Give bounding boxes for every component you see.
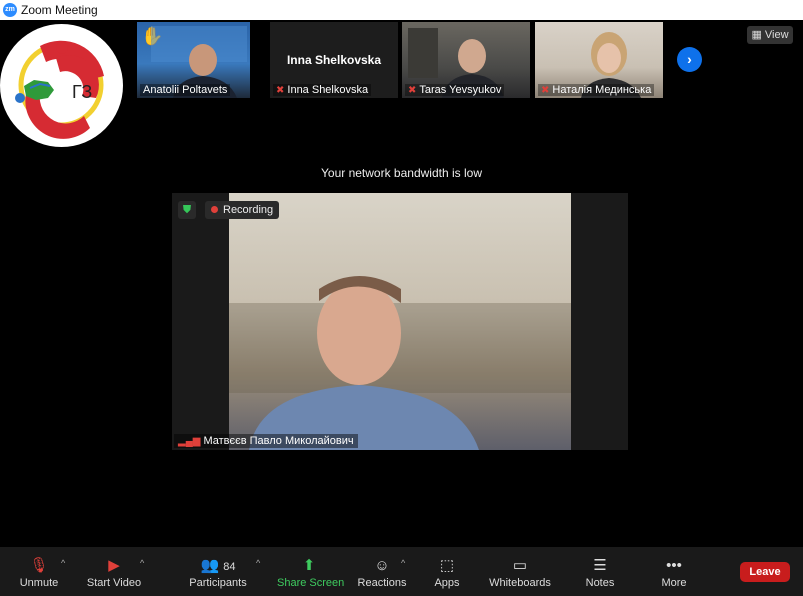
active-speaker-video[interactable]: ⛊ Recording ▂▄▆ Матвєєв Павло Миколайович	[172, 193, 628, 450]
reactions-options-caret-icon[interactable]: ^	[401, 558, 405, 568]
more-button[interactable]: ••• More	[655, 547, 693, 596]
mic-muted-icon: ✖	[276, 85, 285, 96]
participant-name: Inna Shelkovska	[287, 84, 369, 96]
speaker-video-image	[229, 276, 571, 450]
start-video-label: Start Video	[86, 577, 142, 589]
participant-thumbnail[interactable]: ✖ Наталія Мединська	[535, 22, 663, 98]
whiteboards-button[interactable]: ▭ Whiteboards	[488, 547, 552, 596]
participants-label: Participants	[189, 577, 247, 589]
view-label: View	[764, 29, 789, 41]
whiteboards-label: Whiteboards	[489, 577, 551, 589]
participants-options-caret-icon[interactable]: ^	[256, 558, 260, 568]
title-bar: zm Zoom Meeting	[0, 0, 803, 20]
participant-thumbnail[interactable]: ✋ Anatolii Poltavets	[137, 22, 250, 98]
apps-label: Apps	[434, 577, 460, 589]
participants-icon: 👥 84	[200, 557, 236, 574]
apps-button[interactable]: ⬚ Apps	[428, 547, 466, 596]
more-label: More	[661, 577, 687, 589]
participant-center-name: Inna Shelkovska	[286, 53, 382, 67]
participant-thumbnail[interactable]: ✖ Taras Yevsyukov	[402, 22, 530, 98]
notes-icon: ☰	[593, 557, 607, 574]
notes-label: Notes	[585, 577, 615, 589]
participant-name: Anatolii Poltavets	[140, 84, 231, 96]
speaker-name: Матвєєв Павло Миколайович	[203, 435, 354, 447]
whiteboard-icon: ▭	[512, 557, 528, 574]
meeting-toolbar: 🎙 Unmute ^ ▶ Start Video ^ 👥 84 Particip…	[0, 547, 803, 596]
mic-off-icon: 🎙	[29, 557, 49, 574]
notes-button[interactable]: ☰ Notes	[580, 547, 620, 596]
share-screen-button[interactable]: ⬆ Share Screen	[277, 547, 345, 596]
recording-dot-icon	[211, 206, 218, 213]
recording-label: Recording	[223, 204, 274, 216]
organization-logo: ГЗ	[0, 24, 123, 147]
apps-icon: ⬚	[439, 557, 455, 574]
reactions-button[interactable]: ☺ Reactions	[357, 547, 407, 596]
zoom-app-icon: zm	[3, 3, 17, 17]
participants-count: 84	[223, 561, 236, 573]
share-screen-icon: ⬆	[302, 557, 316, 574]
participant-name: Taras Yevsyukov	[419, 84, 502, 96]
brand-logo-text: ГЗ	[72, 82, 93, 102]
smiley-icon: ☺	[374, 557, 390, 574]
unmute-label: Unmute	[19, 577, 59, 589]
next-page-button[interactable]: ›	[677, 47, 702, 72]
recording-indicator[interactable]: Recording	[205, 201, 280, 219]
more-dots-icon: •••	[666, 557, 682, 574]
grid-view-icon: ▦	[751, 29, 765, 41]
view-button[interactable]: ▦ View	[747, 26, 793, 44]
unmute-button[interactable]: 🎙 Unmute	[15, 547, 63, 596]
participant-name: Наталія Мединська	[552, 84, 652, 96]
encryption-shield-icon[interactable]: ⛊	[178, 201, 196, 219]
participant-name-label: ✖ Inna Shelkovska	[273, 84, 372, 96]
mic-muted-icon: ✖	[408, 85, 417, 96]
brand-logo-graphic	[15, 40, 104, 139]
leave-button[interactable]: Leave	[740, 562, 790, 582]
participants-button[interactable]: 👥 84 Participants	[188, 547, 248, 596]
weak-signal-icon: ▂▄▆	[178, 436, 201, 447]
bandwidth-notice: Your network bandwidth is low	[321, 166, 482, 180]
start-video-button[interactable]: ▶ Start Video	[86, 547, 142, 596]
audio-options-caret-icon[interactable]: ^	[61, 558, 65, 568]
mic-muted-icon: ✖	[541, 85, 550, 96]
participant-name-label: ✖ Taras Yevsyukov	[405, 84, 505, 96]
participant-name-label: ✖ Наталія Мединська	[538, 84, 655, 96]
speaker-video-frame	[229, 193, 571, 450]
speaker-name-label: ▂▄▆ Матвєєв Павло Миколайович	[174, 434, 358, 448]
video-off-icon: ▶	[108, 557, 120, 574]
share-screen-label: Share Screen	[277, 577, 345, 589]
reactions-label: Reactions	[357, 577, 407, 589]
participant-thumbnail[interactable]: Inna Shelkovska ✖ Inna Shelkovska	[270, 22, 398, 98]
window-title: Zoom Meeting	[21, 3, 98, 17]
video-options-caret-icon[interactable]: ^	[140, 558, 144, 568]
